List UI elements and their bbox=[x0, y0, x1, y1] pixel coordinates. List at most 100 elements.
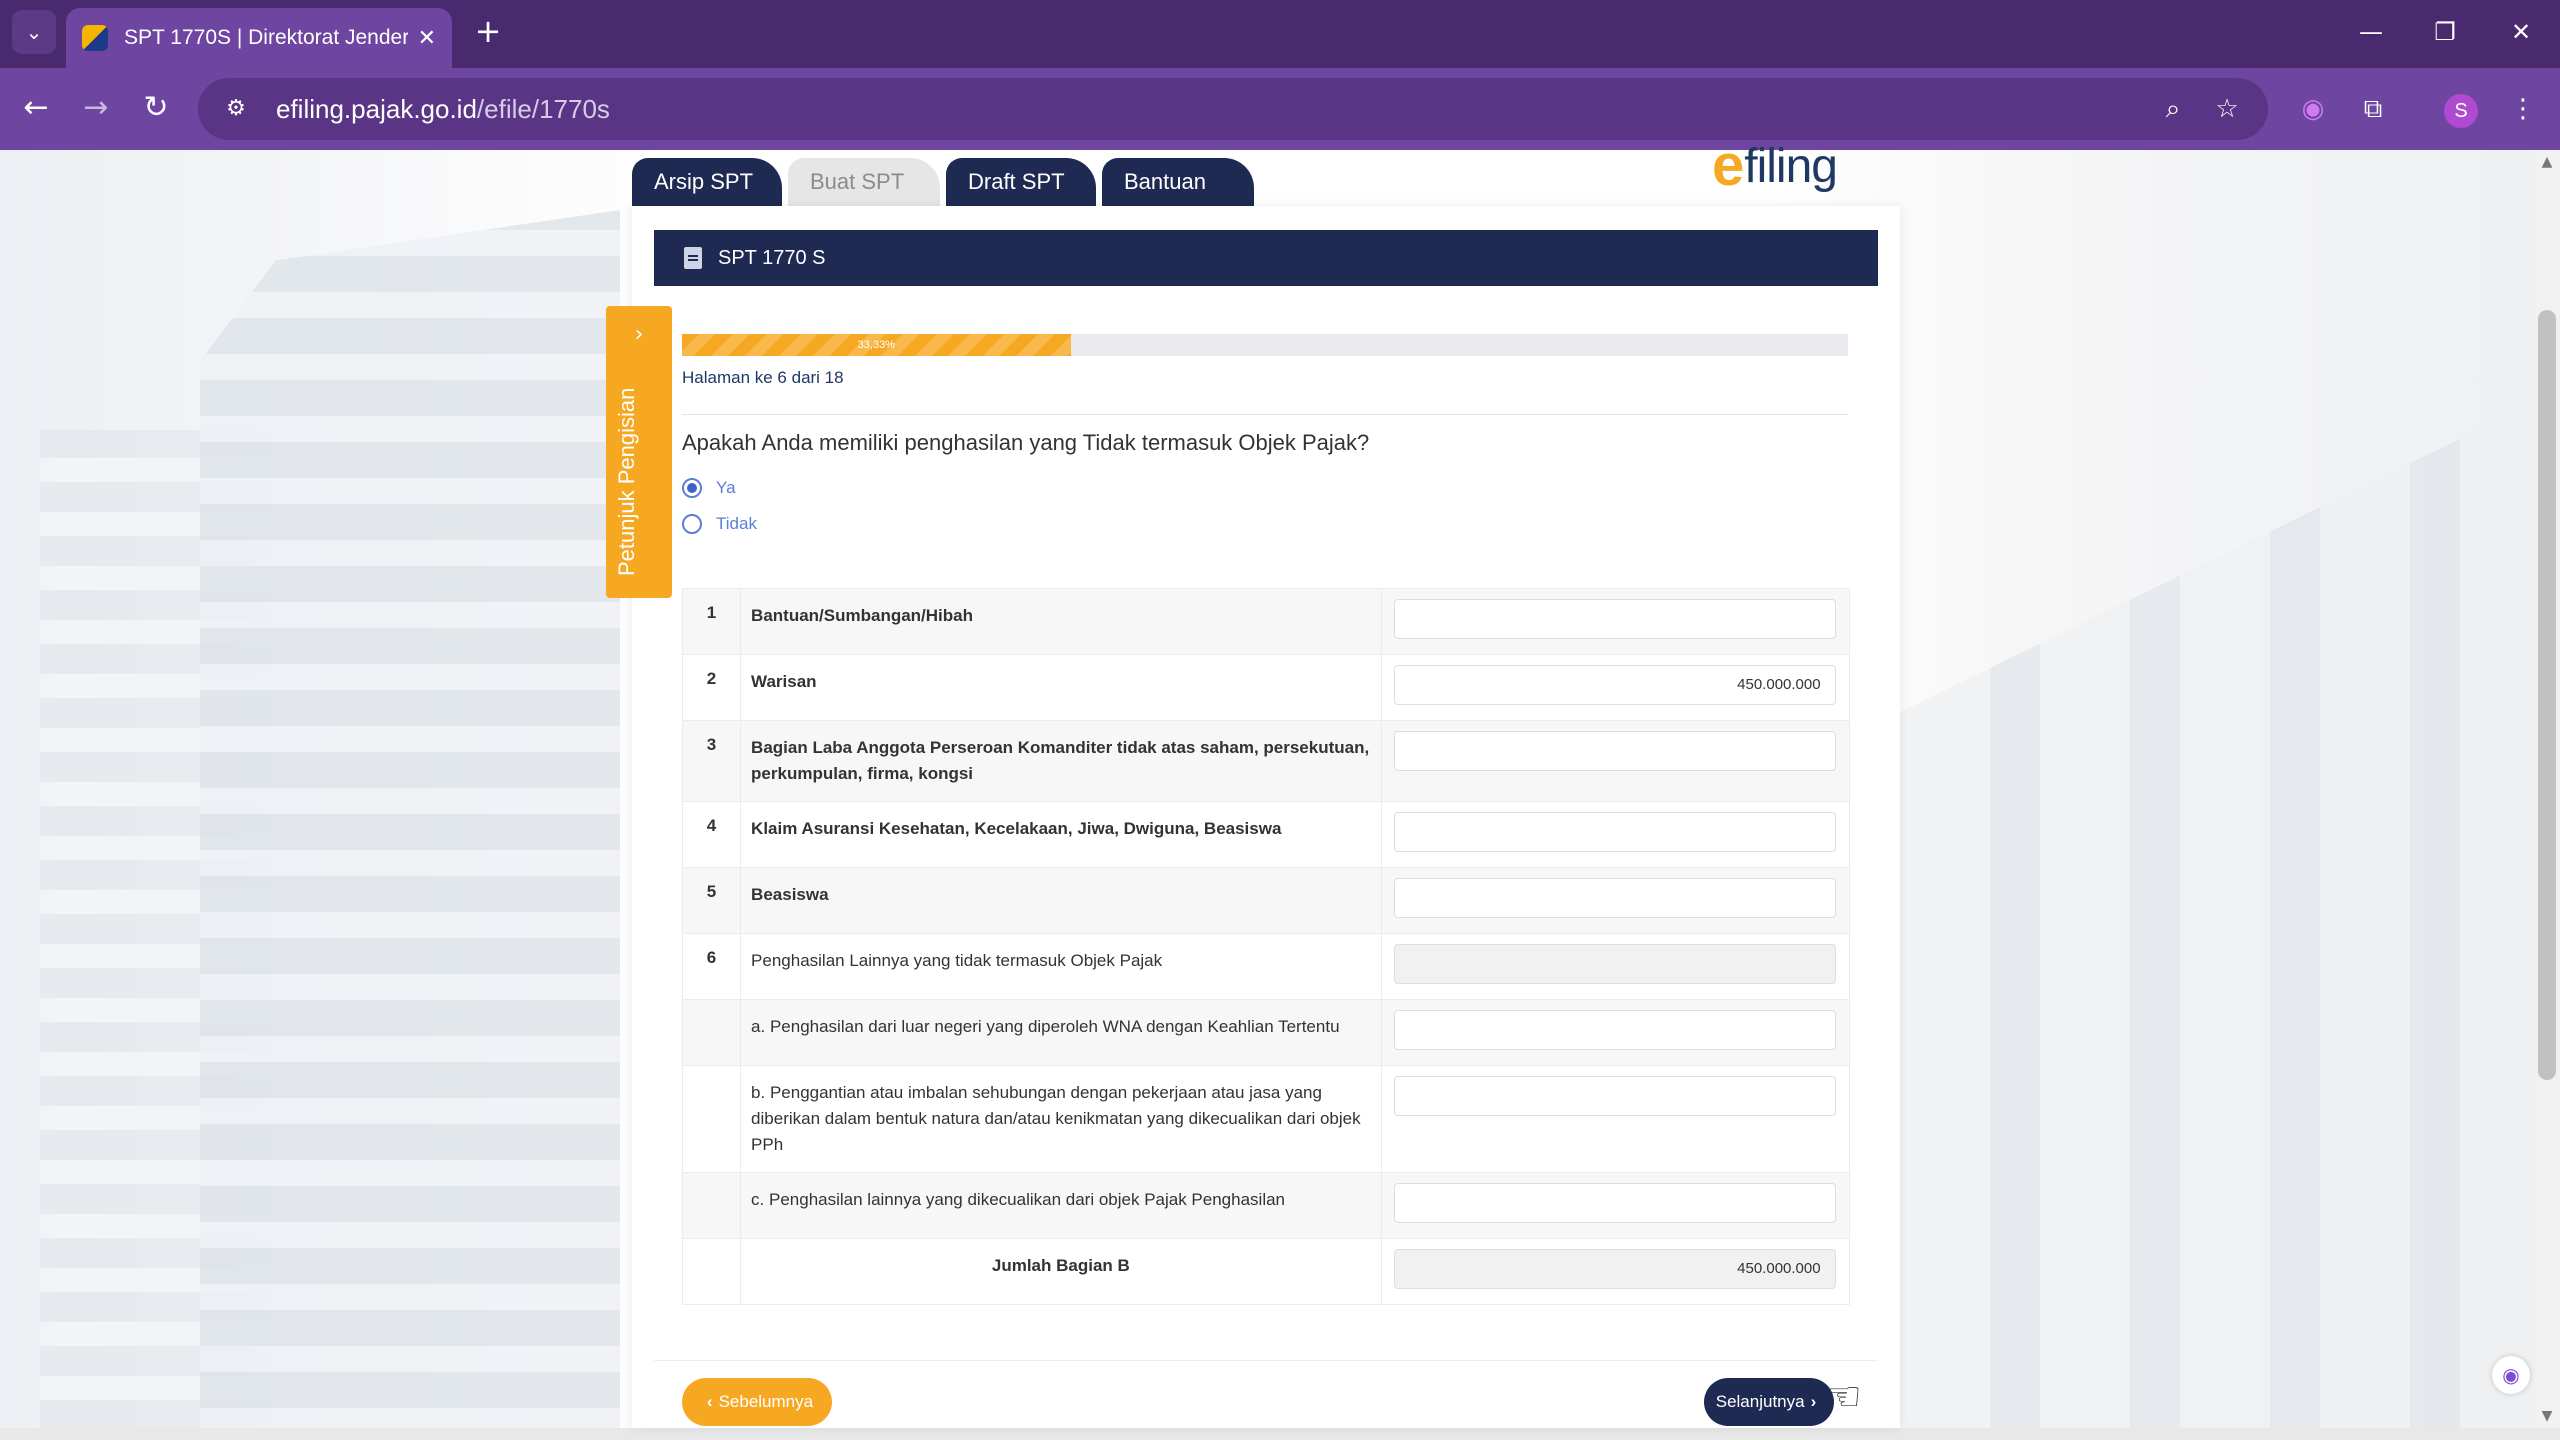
url-text[interactable]: efiling.pajak.go.id/efile/1770s bbox=[276, 94, 610, 125]
document-icon bbox=[684, 247, 702, 269]
tab-arsip-spt[interactable]: Arsip SPT bbox=[632, 158, 782, 206]
footer-divider bbox=[654, 1360, 1878, 1361]
total-amount: 450.000.000 bbox=[1393, 1249, 1836, 1289]
total-row: Jumlah Bagian B 450.000.000 bbox=[681, 1238, 1851, 1305]
previous-button[interactable]: ‹ Sebelumnya bbox=[682, 1378, 832, 1426]
row-description: Bantuan/Sumbangan/Hibah bbox=[740, 588, 1382, 655]
reload-icon[interactable]: ↻ bbox=[134, 86, 178, 130]
row-number bbox=[681, 1172, 742, 1239]
row-description: Penghasilan Lainnya yang tidak termasuk … bbox=[740, 933, 1382, 1000]
browser-tab-strip: ⌄ SPT 1770S | Direktorat Jenderal P ✕ + … bbox=[0, 0, 2560, 68]
row-number bbox=[681, 1065, 742, 1173]
app-tabs: Arsip SPT Buat SPT Draft SPT Bantuan bbox=[632, 158, 1260, 206]
table-row: 1 Bantuan/Sumbangan/Hibah bbox=[681, 588, 1851, 655]
tab-bantuan[interactable]: Bantuan bbox=[1102, 158, 1254, 206]
chevron-right-icon: › bbox=[1810, 1392, 1817, 1411]
page-scrollbar[interactable]: ▲ ▼ bbox=[2534, 150, 2560, 1428]
amount-input-beasiswa[interactable] bbox=[1393, 878, 1836, 918]
progress-bar: 33,33% bbox=[682, 334, 1848, 356]
row-description: Bagian Laba Anggota Perseroan Komanditer… bbox=[740, 720, 1382, 802]
tab-title: SPT 1770S | Direktorat Jenderal P bbox=[124, 26, 408, 49]
amount-input-6a[interactable] bbox=[1393, 1010, 1836, 1050]
browser-toolbar: ← → ↻ ⚙ efiling.pajak.go.id/efile/1770s … bbox=[0, 68, 2560, 150]
close-window-icon[interactable]: ✕ bbox=[2486, 10, 2556, 54]
progress-fill: 33,33% bbox=[682, 334, 1071, 356]
table-row: b. Penggantian atau imbalan sehubungan d… bbox=[681, 1065, 1851, 1173]
new-tab-icon[interactable]: + bbox=[470, 14, 506, 50]
row-description: Warisan bbox=[740, 654, 1382, 721]
hand-pointer-icon: ☜ bbox=[1826, 1374, 1862, 1420]
side-tab-label: Petunjuk Pengisian bbox=[614, 387, 639, 576]
table-row: 4 Klaim Asuransi Kesehatan, Kecelakaan, … bbox=[681, 801, 1851, 868]
minimize-icon[interactable]: — bbox=[2336, 10, 2406, 54]
table-row: 3 Bagian Laba Anggota Perseroan Komandit… bbox=[681, 720, 1851, 802]
zoom-icon[interactable]: ⌕ bbox=[2150, 86, 2196, 132]
floating-extension-icon[interactable]: ◉ bbox=[2492, 1356, 2530, 1394]
radio-label-tidak[interactable]: Tidak bbox=[716, 514, 757, 534]
row-number: 4 bbox=[681, 801, 742, 868]
table-row: 6 Penghasilan Lainnya yang tidak termasu… bbox=[681, 933, 1851, 1000]
amount-input-klaim-asuransi[interactable] bbox=[1393, 812, 1836, 852]
table-row: c. Penghasilan lainnya yang dikecualikan… bbox=[681, 1172, 1851, 1239]
row-description: Beasiswa bbox=[740, 867, 1382, 934]
tab-search-icon[interactable]: ⌄ bbox=[12, 10, 56, 54]
amount-input-bagian-laba[interactable] bbox=[1393, 731, 1836, 771]
row-description: c. Penghasilan lainnya yang dikecualikan… bbox=[740, 1172, 1382, 1239]
browser-tab[interactable]: SPT 1770S | Direktorat Jenderal P ✕ bbox=[66, 8, 452, 68]
address-bar[interactable]: ⚙ efiling.pajak.go.id/efile/1770s ⌕ ☆ bbox=[198, 78, 2268, 140]
menu-kebab-icon[interactable]: ⋮ bbox=[2500, 86, 2546, 132]
row-number: 6 bbox=[681, 933, 742, 1000]
scroll-thumb[interactable] bbox=[2538, 310, 2556, 1080]
divider bbox=[682, 414, 1848, 415]
bottom-strip bbox=[0, 1428, 2560, 1440]
row-description: b. Penggantian atau imbalan sehubungan d… bbox=[740, 1065, 1382, 1173]
amount-input-6b[interactable] bbox=[1393, 1076, 1836, 1116]
close-tab-icon[interactable]: ✕ bbox=[418, 26, 436, 51]
chevron-right-icon: › bbox=[634, 322, 644, 347]
table-row: 5 Beasiswa bbox=[681, 867, 1851, 934]
amount-input-bantuan[interactable] bbox=[1393, 599, 1836, 639]
row-description: Klaim Asuransi Kesehatan, Kecelakaan, Ji… bbox=[740, 801, 1382, 868]
table-row: a. Penghasilan dari luar negeri yang dip… bbox=[681, 999, 1851, 1066]
chevron-left-icon: ‹ bbox=[706, 1392, 713, 1411]
favicon-icon bbox=[82, 25, 108, 51]
amount-input-6c[interactable] bbox=[1393, 1183, 1836, 1223]
radio-ya[interactable] bbox=[682, 478, 702, 498]
radio-label-ya[interactable]: Ya bbox=[716, 478, 736, 498]
page-info: Halaman ke 6 dari 18 bbox=[682, 368, 844, 387]
amount-input-warisan[interactable]: 450.000.000 bbox=[1393, 665, 1836, 705]
tab-draft-spt[interactable]: Draft SPT bbox=[946, 158, 1096, 206]
site-info-icon[interactable]: ⚙ bbox=[212, 85, 260, 133]
extensions-puzzle-icon[interactable]: ⧉ bbox=[2350, 86, 2396, 132]
scroll-up-icon[interactable]: ▲ bbox=[2534, 150, 2560, 174]
panel-header: SPT 1770 S bbox=[654, 230, 1878, 286]
question-text: Apakah Anda memiliki penghasilan yang Ti… bbox=[682, 430, 1370, 455]
back-icon[interactable]: ← bbox=[14, 86, 58, 130]
previous-label: Sebelumnya bbox=[718, 1392, 814, 1411]
tab-buat-spt[interactable]: Buat SPT bbox=[788, 158, 940, 206]
income-table: 1 Bantuan/Sumbangan/Hibah 2 Warisan 450.… bbox=[681, 588, 1851, 1305]
row-number bbox=[681, 999, 742, 1066]
forward-icon[interactable]: → bbox=[74, 86, 118, 130]
background-building-right bbox=[1900, 400, 2534, 1428]
next-button[interactable]: Selanjutnya › bbox=[1704, 1378, 1834, 1426]
background-tower bbox=[200, 210, 620, 1428]
table-row: 2 Warisan 450.000.000 bbox=[681, 654, 1851, 721]
profile-avatar[interactable]: S bbox=[2444, 94, 2478, 128]
option-tidak[interactable]: Tidak bbox=[682, 514, 757, 534]
extension-color-icon[interactable]: ◉ bbox=[2290, 86, 2336, 132]
row-number: 1 bbox=[681, 588, 742, 655]
amount-input-lainnya bbox=[1393, 944, 1836, 984]
restore-icon[interactable]: ❐ bbox=[2410, 10, 2480, 54]
row-number: 2 bbox=[681, 654, 742, 721]
efiling-logo: e filing bbox=[1712, 133, 1838, 198]
next-label: Selanjutnya bbox=[1715, 1392, 1805, 1411]
petunjuk-pengisian-tab[interactable]: › Petunjuk Pengisian bbox=[606, 306, 672, 598]
bookmark-star-icon[interactable]: ☆ bbox=[2204, 86, 2250, 132]
scroll-down-icon[interactable]: ▼ bbox=[2534, 1404, 2560, 1428]
total-label: Jumlah Bagian B bbox=[740, 1238, 1382, 1305]
panel-title: SPT 1770 S bbox=[718, 246, 826, 269]
row-description: a. Penghasilan dari luar negeri yang dip… bbox=[740, 999, 1382, 1066]
radio-tidak[interactable] bbox=[682, 514, 702, 534]
option-ya[interactable]: Ya bbox=[682, 478, 736, 498]
